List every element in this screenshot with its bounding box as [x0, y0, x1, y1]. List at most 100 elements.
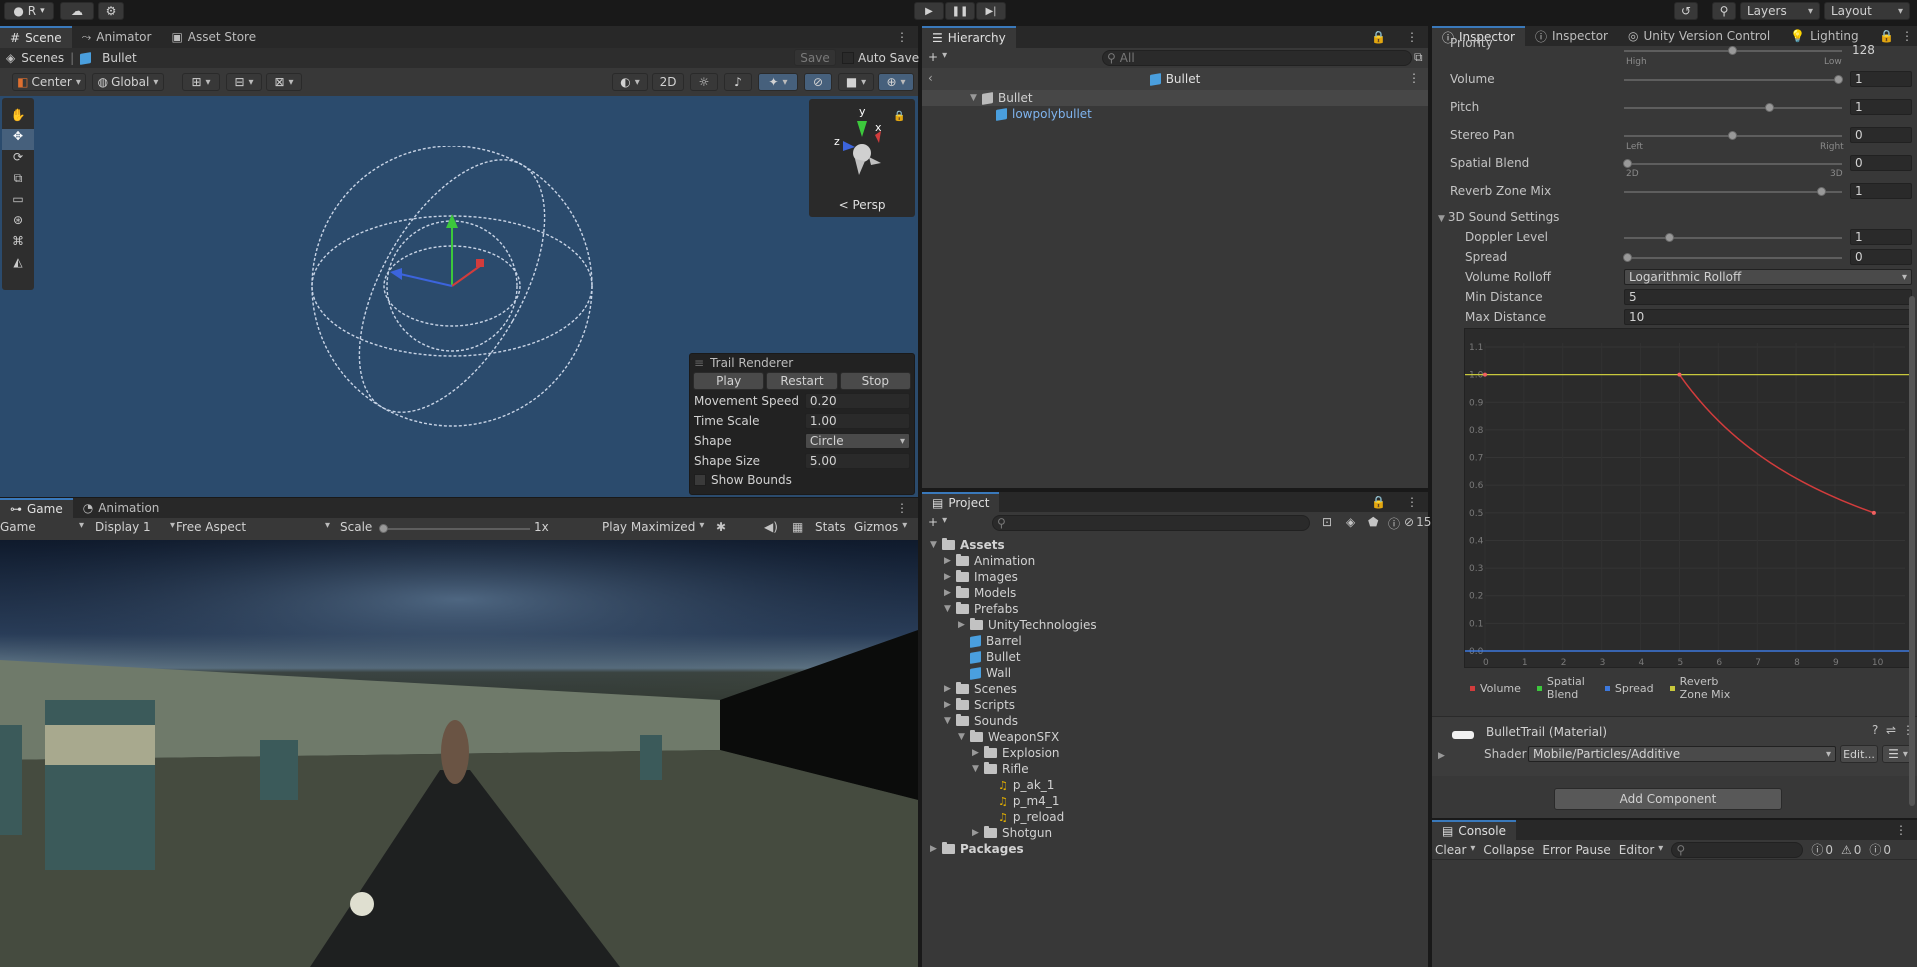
console-log-area[interactable]	[1432, 860, 1917, 965]
shortcuts-icon[interactable]: ▦	[792, 520, 803, 534]
show-bounds-checkbox[interactable]	[694, 474, 706, 486]
tab-unity-version-control[interactable]: ◎ Unity Version Control	[1618, 26, 1780, 46]
save-button[interactable]: Save	[794, 49, 836, 66]
search-by-label-icon[interactable]: ◈	[1346, 515, 1355, 529]
lock-icon[interactable]: 🔒	[1361, 26, 1396, 48]
legend-volume[interactable]: Volume	[1470, 679, 1521, 697]
tab-hierarchy[interactable]: ☰ Hierarchy	[922, 26, 1016, 48]
display-dropdown[interactable]: Display 1	[95, 520, 175, 534]
persp-label[interactable]: < Persp	[809, 198, 915, 212]
priority-value[interactable]: 128	[1852, 43, 1875, 57]
expand-arrow-icon[interactable]: ▶	[944, 684, 956, 694]
pitch-slider-knob[interactable]	[1765, 103, 1774, 112]
lock-icon[interactable]: 🔒	[1361, 492, 1396, 512]
tab-asset-store[interactable]: ▣ Asset Store	[161, 26, 266, 48]
trail-play-button[interactable]: Play	[693, 372, 765, 390]
tab-scene[interactable]: # Scene	[0, 26, 72, 48]
preset-icon[interactable]: ⇌	[1886, 723, 1896, 737]
breadcrumb-scenes[interactable]: Scenes	[21, 51, 64, 65]
lighting-toggle[interactable]: ☼	[690, 73, 718, 91]
project-item[interactable]: ▼ Assets	[922, 537, 1428, 553]
mode-2d-button[interactable]: 2D	[652, 73, 684, 91]
tab-game[interactable]: ⊶ Game	[0, 498, 73, 518]
cloud-button[interactable]: ☁	[60, 2, 94, 20]
tab-console[interactable]: ▤ Console	[1432, 820, 1516, 840]
project-create-button[interactable]: +	[928, 515, 947, 529]
orientation-gizmo[interactable]: y z x 🔒 < Persp	[809, 99, 915, 217]
tab-animator[interactable]: ⤳ Animator	[72, 26, 162, 48]
mute-audio-icon[interactable]: ◀)	[764, 520, 778, 534]
project-item[interactable]: ▶ Animation	[922, 553, 1428, 569]
panel-menu-icon[interactable]: ⋮	[886, 498, 918, 518]
hierarchy-item-bullet[interactable]: ▼ Bullet	[922, 90, 1428, 106]
shader-edit-button[interactable]: Edit...	[1840, 745, 1878, 763]
warning-count[interactable]: ⚠ 0	[1841, 841, 1861, 859]
stereo-pan-slider-knob[interactable]	[1728, 131, 1737, 140]
legend-spatial-blend[interactable]: Spatial Blend	[1536, 675, 1589, 701]
reverb-zone-mix-slider[interactable]	[1624, 191, 1842, 193]
legend-reverb[interactable]: Reverb Zone Mix	[1669, 675, 1736, 701]
spread-slider[interactable]	[1624, 257, 1842, 259]
error-pause-button[interactable]: Error Pause	[1542, 843, 1610, 857]
aspect-dropdown[interactable]: Free Aspect	[176, 520, 330, 534]
console-search-input[interactable]: ⚲	[1671, 841, 1804, 858]
back-arrow-icon[interactable]: ‹	[928, 71, 933, 85]
pivot-dropdown[interactable]: ◧ Center	[12, 73, 86, 91]
scene-viewport[interactable]: ✋ ✥ ⟳ ⧉ ▭ ⊛ ⌘ ◭ y z x 🔒 < Persp ≡ Trail …	[0, 96, 918, 497]
hierarchy-search-input[interactable]: ⚲ All	[1102, 50, 1412, 66]
hand-tool-icon[interactable]: ✋	[2, 108, 34, 129]
expand-arrow-icon[interactable]: ▼	[970, 93, 982, 103]
breadcrumb-bullet[interactable]: Bullet	[102, 51, 137, 65]
space-dropdown[interactable]: ◍ Global	[92, 73, 164, 91]
prefab-menu-icon[interactable]: ⋮	[1408, 71, 1420, 85]
visibility-toggle[interactable]: ⊘	[804, 73, 832, 91]
play-button[interactable]: ▶	[914, 2, 944, 20]
doppler-field[interactable]: 1	[1850, 229, 1912, 245]
collapse-button[interactable]: Collapse	[1483, 843, 1534, 857]
effects-toggle[interactable]: ✦	[758, 73, 798, 91]
game-gizmos-dropdown[interactable]: Gizmos	[854, 520, 907, 534]
project-item[interactable]: ▶ Shotgun	[922, 825, 1428, 841]
panel-menu-icon[interactable]: ⋮	[1885, 820, 1917, 840]
search-by-type-icon[interactable]: ⊡	[1322, 515, 1332, 529]
expand-arrow-icon[interactable]: ▶	[944, 572, 956, 582]
tab-project[interactable]: ▤ Project	[922, 492, 1000, 512]
trail-stop-button[interactable]: Stop	[839, 372, 911, 390]
rotate-tool-icon[interactable]: ⟳	[2, 150, 34, 171]
collab-button[interactable]: ⚙	[98, 2, 124, 20]
grid-snap-button[interactable]: ⊞	[182, 73, 220, 91]
max-distance-field[interactable]: 10	[1624, 309, 1912, 325]
project-item[interactable]: ▼ Prefabs	[922, 601, 1428, 617]
shape-size-field[interactable]: 5.00	[804, 453, 910, 469]
doppler-slider[interactable]	[1624, 237, 1842, 239]
move-tool-icon[interactable]: ✥	[2, 129, 34, 150]
spread-field[interactable]: 0	[1850, 249, 1912, 265]
panel-menu-icon[interactable]: ⋮	[886, 26, 918, 48]
expand-arrow-icon[interactable]: ▶	[972, 748, 984, 758]
rolloff-curve-graph[interactable]: 1.1 1.0 0.9 0.8 0.7 0.6 0.5 0.4 0.3 0.2 0.1 0.0 0 1 2 3…	[1464, 328, 1913, 668]
increment-snap-button[interactable]: ⊟	[226, 73, 262, 91]
priority-slider-knob[interactable]	[1728, 46, 1737, 55]
account-button[interactable]: ● R ▾	[4, 2, 54, 20]
volume-rolloff-dropdown[interactable]: Logarithmic Rolloff	[1624, 269, 1912, 285]
transform-tool-icon[interactable]: ⊛	[2, 213, 34, 234]
spatial-blend-slider[interactable]	[1624, 163, 1842, 165]
spatial-blend-slider-knob[interactable]	[1623, 159, 1632, 168]
audio-toggle[interactable]: ♪	[724, 73, 752, 91]
shape-dropdown[interactable]: Circle	[804, 433, 910, 449]
project-item[interactable]: ▶ Models	[922, 585, 1428, 601]
expand-arrow-icon[interactable]: ▼	[958, 732, 970, 742]
expand-arrow-icon[interactable]: ▶	[944, 700, 956, 710]
help-icon[interactable]: ?	[1872, 723, 1878, 737]
expand-arrow-icon[interactable]: ▶	[944, 556, 956, 566]
project-item[interactable]: ▶ Explosion	[922, 745, 1428, 761]
expand-arrow-icon[interactable]: ▼	[944, 604, 956, 614]
volume-slider[interactable]	[1624, 79, 1842, 81]
camera-dropdown[interactable]: ■	[838, 73, 874, 91]
log-count[interactable]: ⓘ 0	[1811, 841, 1833, 859]
info-icon[interactable]: ⓘ	[1388, 515, 1400, 532]
spatial-blend-field[interactable]: 0	[1850, 155, 1912, 171]
custom-tool-2-icon[interactable]: ◭	[2, 255, 34, 276]
expand-arrow-icon[interactable]: ▶	[972, 828, 984, 838]
expand-arrow-icon[interactable]: ▼	[944, 716, 956, 726]
